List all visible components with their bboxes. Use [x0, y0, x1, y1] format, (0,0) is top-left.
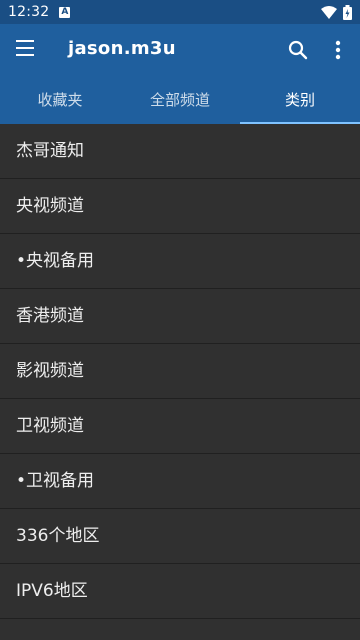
more-options-icon[interactable] — [330, 38, 346, 62]
list-item[interactable]: 央视频道 — [0, 179, 360, 234]
wifi-icon — [321, 5, 337, 19]
menu-icon[interactable] — [16, 40, 36, 60]
search-icon[interactable] — [286, 38, 310, 62]
app-bar: jason.m3u — [0, 24, 360, 76]
category-list: 杰哥通知 央视频道 •央视备用 香港频道 影视频道 卫视频道 •卫视备用 336… — [0, 124, 360, 619]
list-item[interactable]: •央视备用 — [0, 234, 360, 289]
list-item[interactable]: 杰哥通知 — [0, 124, 360, 179]
list-item[interactable]: •卫视备用 — [0, 454, 360, 509]
tab-all-channels[interactable]: 全部频道 — [120, 76, 240, 124]
list-item[interactable]: 336个地区 — [0, 509, 360, 564]
status-time: 12:32 — [8, 4, 50, 20]
list-item[interactable]: 卫视频道 — [0, 399, 360, 454]
list-item[interactable]: IPV6地区 — [0, 564, 360, 619]
tab-favorites[interactable]: 收藏夹 — [0, 76, 120, 124]
list-item[interactable]: 影视频道 — [0, 344, 360, 399]
status-icons — [321, 5, 352, 20]
app-title: jason.m3u — [68, 38, 176, 59]
tab-categories[interactable]: 类别 — [240, 76, 360, 124]
tab-bar: 收藏夹 全部频道 类别 — [0, 76, 360, 124]
battery-icon — [343, 5, 352, 20]
notification-icon: A — [59, 6, 71, 18]
status-bar: 12:32 A — [0, 0, 360, 24]
list-item[interactable]: 香港频道 — [0, 289, 360, 344]
